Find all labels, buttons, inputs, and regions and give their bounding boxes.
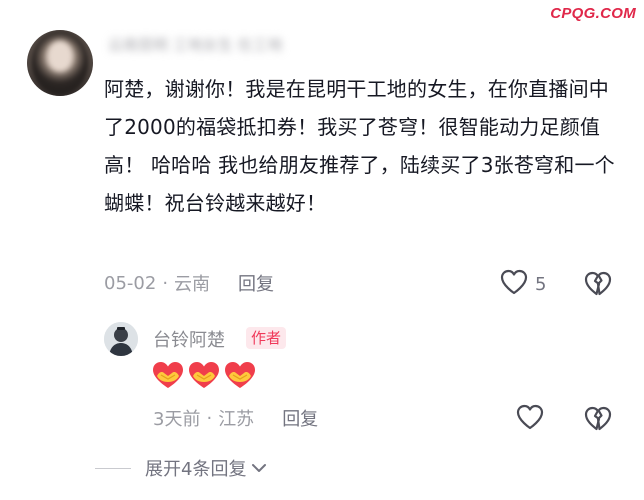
heart-hands-icon: [151, 360, 185, 394]
reply-like-button[interactable]: [515, 403, 545, 435]
expand-replies-label: 展开4条回复: [145, 459, 247, 480]
reply-time: 3天前: [153, 409, 201, 430]
avatar[interactable]: [27, 30, 93, 96]
reply-location: 江苏: [218, 409, 255, 430]
reply-meta: 3天前 · 江苏 回复: [153, 405, 318, 431]
heart-hands-icon: [187, 360, 221, 394]
expand-replies-button[interactable]: 展开4条回复: [95, 455, 268, 481]
comment-meta: 05-02 · 云南 回复: [104, 270, 274, 296]
author-badge: 作者: [246, 327, 287, 349]
watermark-logo: CPQG.COM: [550, 5, 636, 22]
meta-separator: ·: [206, 407, 213, 429]
reply-to-reply-button[interactable]: 回复: [282, 405, 318, 431]
like-count: 5: [535, 273, 547, 295]
reply-emoji-row: [151, 360, 257, 394]
reply-username[interactable]: 台铃阿楚: [153, 326, 225, 352]
divider: [95, 467, 131, 469]
heart-outline-icon: [515, 404, 545, 435]
broken-heart-icon: [583, 271, 613, 302]
comment-date: 05-02: [104, 272, 157, 294]
heart-outline-icon: [499, 268, 529, 300]
chevron-down-icon: [250, 459, 268, 477]
like-button[interactable]: 5: [499, 268, 546, 300]
comment-username[interactable]: 云南昆明 工地女生 在工地: [108, 34, 388, 52]
reply-button[interactable]: 回复: [238, 270, 274, 296]
comment-text: 阿楚，谢谢你！我是在昆明干工地的女生，在你直播间中了2000的福袋抵扣券！我买了…: [104, 77, 615, 215]
comment-location: 云南: [174, 274, 211, 295]
dislike-button[interactable]: [583, 270, 613, 302]
meta-separator: ·: [162, 272, 169, 294]
heart-hands-icon: [223, 360, 257, 394]
reply-dislike-button[interactable]: [583, 405, 613, 437]
broken-heart-icon: [583, 406, 613, 437]
reply-avatar[interactable]: [104, 322, 138, 356]
